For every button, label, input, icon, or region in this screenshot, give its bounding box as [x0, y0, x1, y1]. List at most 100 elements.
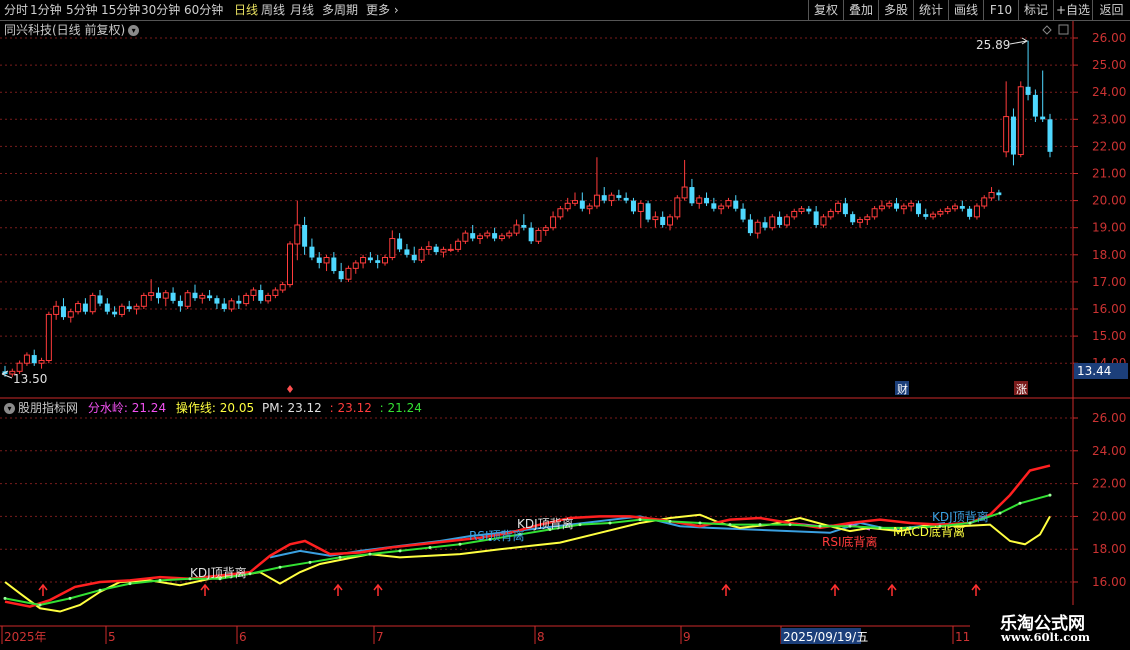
- candle-body: [345, 267, 352, 280]
- green-indicator-dot: [848, 524, 852, 528]
- candle: [637, 200, 644, 228]
- up-arrow-icon: [200, 583, 210, 596]
- candle: [221, 298, 227, 312]
- signal-label: RSI顶背离: [469, 528, 525, 543]
- period-15min[interactable]: 15分钟: [101, 2, 140, 18]
- candle: [967, 206, 973, 220]
- period-30min[interactable]: 30分钟: [141, 2, 180, 18]
- candle-body: [207, 295, 213, 299]
- candle-body: [542, 227, 549, 231]
- up-arrow-icon: [830, 583, 840, 596]
- price-tick-label: 26.00: [1092, 31, 1126, 45]
- candle: [112, 306, 118, 318]
- candle-body: [937, 210, 944, 215]
- candle: [696, 195, 703, 209]
- candle-body: [1010, 116, 1016, 155]
- candle: [265, 292, 272, 304]
- candle-body: [878, 205, 885, 210]
- candle: [155, 287, 161, 304]
- candle-body: [813, 211, 819, 225]
- candle: [425, 241, 432, 255]
- period-1min[interactable]: 1分钟: [30, 2, 62, 18]
- candle-body: [850, 214, 856, 223]
- candle-body: [842, 203, 848, 215]
- tool-overlay-button[interactable]: 叠加: [843, 0, 878, 20]
- green-indicator-dot: [698, 521, 702, 525]
- candle: [279, 281, 286, 293]
- candle-body: [199, 294, 206, 299]
- candle: [542, 224, 549, 236]
- pm-value: 23.12: [287, 401, 322, 415]
- maximize-icon: [1058, 24, 1069, 35]
- tool-back-button[interactable]: 返回: [1092, 0, 1130, 20]
- candle-body: [783, 216, 790, 226]
- tool-fuquan-button[interactable]: 复权: [808, 0, 843, 20]
- candle-body: [447, 248, 454, 251]
- period-intraday[interactable]: 分时: [4, 2, 28, 18]
- candle-body: [316, 257, 322, 263]
- green-indicator-dot: [1048, 493, 1052, 497]
- candle-body: [250, 289, 257, 296]
- tool-stats-button[interactable]: 统计: [913, 0, 948, 20]
- candle: [674, 195, 681, 220]
- candle: [126, 300, 132, 312]
- v2-value: : 23.12: [329, 401, 372, 415]
- candle-body: [996, 192, 1002, 196]
- candle-body: [608, 194, 615, 202]
- candle: [228, 298, 235, 312]
- period-monthly[interactable]: 月线: [290, 2, 314, 18]
- candle: [900, 203, 907, 215]
- candle: [572, 192, 578, 207]
- chevron-down-icon[interactable]: ▾: [4, 403, 15, 414]
- period-5min[interactable]: 5分钟: [66, 2, 98, 18]
- candle: [243, 292, 250, 307]
- green-indicator-dot: [788, 523, 792, 527]
- green-indicator-dot: [878, 526, 882, 530]
- candle-body: [433, 246, 439, 253]
- candle: [214, 295, 220, 309]
- candle: [148, 279, 155, 301]
- tool-multi-stock-button[interactable]: 多股: [878, 0, 913, 20]
- candle-body: [835, 202, 842, 212]
- candle-body: [302, 224, 308, 247]
- candle-body: [397, 238, 403, 250]
- period-multi[interactable]: 多周期: [322, 2, 358, 18]
- candle: [586, 203, 593, 215]
- candle: [988, 187, 995, 201]
- candle-body: [367, 257, 373, 261]
- tool-mark-button[interactable]: 标记: [1018, 0, 1053, 20]
- tool-add-watchlist-button[interactable]: +自选: [1053, 0, 1092, 20]
- date-label: 7: [376, 630, 384, 644]
- date-label: 11: [955, 630, 970, 644]
- candle-body: [973, 205, 980, 218]
- candle: [996, 189, 1002, 201]
- tool-draw-button[interactable]: 画线: [948, 0, 983, 20]
- period-weekly[interactable]: 周线: [261, 2, 285, 18]
- kline-chart[interactable]: 26.00 25.00 24.00 23.00 22.00 21.00 20.00 19.00…: [0, 0, 1130, 650]
- candle: [973, 203, 980, 220]
- candle: [506, 230, 513, 239]
- candle: [535, 227, 542, 244]
- candle: [652, 211, 659, 228]
- arrow-right-icon: [1009, 37, 1028, 45]
- period-daily[interactable]: 日线: [234, 2, 258, 18]
- chevron-down-icon[interactable]: ▾: [128, 25, 140, 36]
- candle-body: [23, 354, 30, 364]
- candle-body: [981, 197, 988, 207]
- up-arrow-icon: [721, 583, 731, 596]
- candle-body: [616, 195, 622, 198]
- candle: [53, 300, 60, 320]
- candle-body: [740, 208, 746, 220]
- candle: [67, 309, 74, 323]
- candle-body: [294, 224, 301, 245]
- green-indicator-dot: [158, 578, 162, 582]
- candle: [681, 159, 688, 201]
- period-60min[interactable]: 60分钟: [184, 2, 223, 18]
- candle: [806, 206, 812, 215]
- signal-label: KDJ顶背离: [190, 565, 247, 580]
- price-tick-label: 23.00: [1092, 112, 1126, 126]
- period-more[interactable]: 更多 ›: [366, 2, 399, 18]
- tool-f10-button[interactable]: F10: [983, 0, 1018, 20]
- candle-body: [923, 214, 929, 217]
- candle-body: [747, 219, 753, 234]
